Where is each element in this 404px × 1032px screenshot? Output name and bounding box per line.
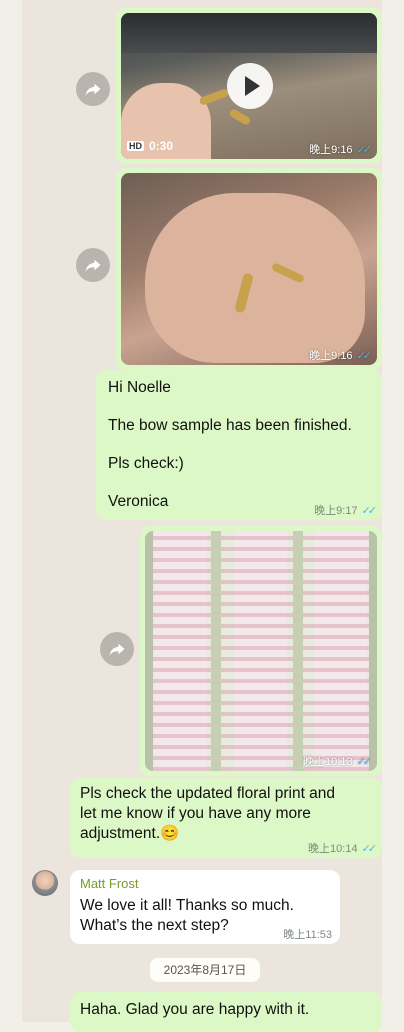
forward-button[interactable] bbox=[76, 248, 110, 282]
text-message[interactable]: Haha. Glad you are happy with it. bbox=[70, 992, 382, 1032]
read-receipt-icon: ✓✓ bbox=[356, 350, 373, 362]
video-thumbnail[interactable]: HD 0:30 晚上9:16 ✓✓ bbox=[121, 13, 377, 159]
play-icon bbox=[245, 76, 260, 96]
message-timestamp: 晚上9:16 ✓✓ bbox=[309, 144, 373, 156]
hd-badge: HD bbox=[127, 141, 144, 151]
video-message[interactable]: HD 0:30 晚上9:16 ✓✓ bbox=[116, 8, 382, 164]
floral-pattern bbox=[145, 531, 377, 771]
message-text: Pls check:) bbox=[108, 455, 184, 472]
message-text: We love it all! Thanks so much. bbox=[80, 897, 294, 914]
avatar[interactable] bbox=[32, 870, 58, 896]
message-text: Pls check the updated floral print and bbox=[80, 785, 336, 802]
smile-emoji-icon: 😊 bbox=[160, 825, 180, 842]
message-text: What’s the next step? bbox=[80, 917, 229, 934]
play-button[interactable] bbox=[227, 63, 273, 109]
message-text: Hi Noelle bbox=[108, 379, 171, 396]
read-receipt-icon: ✓✓ bbox=[361, 843, 378, 855]
forward-arrow-icon bbox=[109, 643, 125, 656]
read-receipt-icon: ✓✓ bbox=[361, 505, 378, 517]
message-text: The bow sample has been finished. bbox=[108, 417, 352, 434]
message-timestamp: 晚上10:14 ✓✓ bbox=[308, 843, 378, 855]
photo-message[interactable]: 晚上9:16 ✓✓ bbox=[116, 168, 382, 370]
read-receipt-icon: ✓✓ bbox=[356, 144, 373, 156]
text-message[interactable]: Pls check the updated floral print and l… bbox=[70, 778, 382, 858]
photo-message[interactable]: 晚上10:13 ✓✓ bbox=[140, 526, 382, 776]
forward-button[interactable] bbox=[100, 632, 134, 666]
message-timestamp: 晚上9:17 ✓✓ bbox=[314, 505, 378, 517]
bow-piece bbox=[198, 88, 230, 106]
chat-thread[interactable]: HD 0:30 晚上9:16 ✓✓ 晚上9:16 ✓✓ Hi Noelle The … bbox=[22, 0, 382, 1032]
video-info: HD 0:30 bbox=[127, 139, 173, 153]
video-duration: 0:30 bbox=[149, 139, 174, 153]
message-text: Veronica bbox=[108, 493, 169, 510]
bow-piece bbox=[228, 108, 252, 126]
forward-arrow-icon bbox=[85, 83, 101, 96]
date-divider: 2023年8月17日 bbox=[150, 958, 260, 982]
forward-arrow-icon bbox=[85, 259, 101, 272]
palm-shape bbox=[145, 193, 365, 363]
text-message[interactable]: Hi Noelle The bow sample has been finish… bbox=[96, 370, 382, 520]
message-timestamp: 晚上9:16 ✓✓ bbox=[309, 350, 373, 362]
floral-print-image[interactable]: 晚上10:13 ✓✓ bbox=[145, 531, 377, 771]
message-text: Haha. Glad you are happy with it. bbox=[80, 1001, 310, 1018]
message-text: let me know if you have any more bbox=[80, 805, 311, 822]
message-text: adjustment.😊 bbox=[80, 825, 180, 842]
message-timestamp: 晚上11:53 bbox=[283, 929, 332, 941]
read-receipt-icon: ✓✓ bbox=[356, 756, 373, 768]
forward-button[interactable] bbox=[76, 72, 110, 106]
photo-thumbnail[interactable]: 晚上9:16 ✓✓ bbox=[121, 173, 377, 365]
incoming-message[interactable]: Matt Frost We love it all! Thanks so muc… bbox=[70, 870, 340, 944]
message-timestamp: 晚上10:13 ✓✓ bbox=[303, 756, 373, 768]
sender-name: Matt Frost bbox=[80, 876, 139, 891]
